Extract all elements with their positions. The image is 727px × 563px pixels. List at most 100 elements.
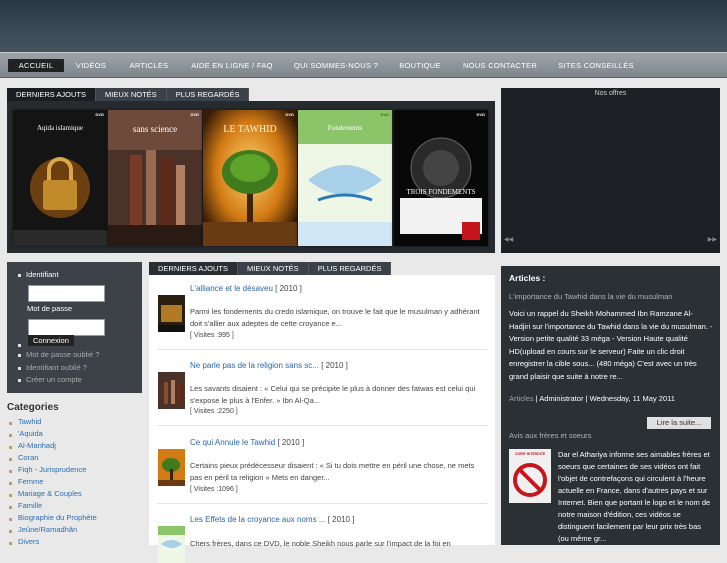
item-year: [ 2010 ] [275,284,302,293]
offers-next-icon[interactable]: ▶▶ [708,236,717,243]
dvd-title: Aqida islamique [36,124,84,132]
forgot-password-link[interactable]: Mot de passe oublié ? [26,350,99,359]
password-input[interactable] [28,319,105,336]
forgot-username-row: Identifiant oublié ? [18,363,87,372]
tab-mieux-notes[interactable]: MIEUX NOTÉS [238,262,309,275]
item-visits: [ Visites :1096 ] [190,486,238,493]
tab-plus-regardes[interactable]: PLUS REGARDÉS [308,262,392,275]
bullet-icon [9,506,12,509]
bullet-icon [18,378,21,382]
item-year: [ 2010 ] [321,361,348,370]
nav-aide-faq[interactable]: AIDE EN LIGNE / FAQ [186,59,278,72]
nav-sites-conseilles[interactable]: SITES CONSEILLÉS [554,59,638,72]
tab-derniers-ajouts[interactable]: DERNIERS AJOUTS [149,262,239,275]
bullet-icon [9,470,12,473]
article-author-date: | Administrator | Wednesday, 11 May 2011 [533,394,675,403]
no-entry-icon [513,463,547,497]
item-thumbnail[interactable] [158,372,185,409]
divider [157,349,487,350]
article-category-link[interactable]: Articles [509,394,534,403]
category-femme[interactable]: Femme [18,477,43,486]
nav-contact[interactable]: NOUS CONTACTER [458,59,542,72]
article-body: Voici un rappel du Sheikh Mohammed Ibn R… [509,309,713,381]
item-description: Parmi les fondements du credo islamique,… [190,307,480,328]
item-title-link[interactable]: Ne parle pas de la religion sans sc... [190,361,319,370]
category-coran[interactable]: Coran [18,453,38,462]
login-button[interactable]: Connexion [28,335,74,346]
item-year: [ 2010 ] [327,515,355,524]
item-title[interactable]: L'alliance et le désaveu [ 2010 ] [190,284,302,293]
item-thumbnail[interactable] [158,295,185,332]
bullet-icon [18,273,21,277]
category-mariage[interactable]: Mariage & Couples [18,489,82,498]
bullet-icon [18,343,21,347]
forgot-password-row: Mot de passe oublié ? [18,350,99,359]
item-title-link[interactable]: Les Effets de la croyance aux noms ... [190,515,325,524]
password-label: Mot de passe [27,304,73,313]
dvd-title: LE TAWHID [223,124,277,135]
nav-boutique[interactable]: BOUTIQUE [394,59,446,72]
tab-derniers-ajouts[interactable]: DERNIERS AJOUTS [7,88,97,101]
category-aquida[interactable]: 'Aquida [18,429,43,438]
item-title[interactable]: Ne parle pas de la religion sans sc... [… [190,361,348,370]
item-title[interactable]: Les Effets de la croyance aux noms ... [… [190,515,354,524]
dvd-cover-4[interactable]: DVD Fondements [298,110,392,246]
dvd-title: TROIS FONDEMENTS [406,188,476,196]
dvd-brand: DVD [476,112,485,117]
category-jeune[interactable]: Jeûne/Ramadhân [18,525,77,534]
dvd-cover-2[interactable]: DVD sans science [108,110,202,246]
username-label: Identifiant [26,270,59,279]
login-box: Identifiant Mot de passe Connexion Mot d… [7,262,142,393]
article-second-body: Dar el Athariya informe ses aimables frè… [558,450,711,543]
nav-articles[interactable]: ARTICLES [124,59,174,72]
item-thumbnail[interactable] [158,449,185,486]
divider [157,425,487,426]
item-title-link[interactable]: Ce qui Annule le Tawhid [190,438,275,447]
copy-forbidden-image: COPIE INTERDITE [509,449,551,503]
dvd-title: sans science [132,124,178,134]
item-title[interactable]: Ce qui Annule le Tawhid [ 2010 ] [190,438,304,447]
tab-mieux-notes[interactable]: MIEUX NOTÉS [96,88,167,101]
forgot-username-link[interactable]: Identifiant oublié ? [26,363,87,372]
article-second-headline[interactable]: Avis aux frères et soeurs [509,431,591,440]
item-visits: [ Visites :995 ] [190,332,234,339]
article-headline[interactable]: L'importance du Tawhid dans la vie du mu… [509,292,672,301]
dvd-brand: DVD [285,112,294,117]
dvd-cover-5[interactable]: DVD TROIS FONDEMENTS [394,110,488,246]
category-fiqh[interactable]: Fiqh - Jurisprudence [18,465,86,474]
item-description: Les savants disaient : « Celui qui se pr… [190,384,476,405]
featured-tabs: DERNIERS AJOUTS MIEUX NOTÉS PLUS REGARDÉ… [7,88,250,101]
dvd-brand: DVD [190,112,199,117]
nav-videos[interactable]: VIDÉOS [70,59,112,72]
dvd-cover-3[interactable]: DVD LE TAWHID [203,110,297,246]
nav-accueil[interactable]: ACCUEIL [8,59,64,72]
tab-plus-regardes[interactable]: PLUS REGARDÉS [166,88,250,101]
divider [157,503,487,504]
username-input[interactable] [28,285,105,302]
register-row: Créer un compte [18,375,82,384]
latest-tabs: DERNIERS AJOUTS MIEUX NOTÉS PLUS REGARDÉ… [149,262,392,275]
read-more-button[interactable]: Lire la suite... [647,417,711,429]
category-famille[interactable]: Famille [18,501,42,510]
submit-row [18,340,26,349]
site-header [0,0,727,52]
category-tawhid[interactable]: Tawhid [18,417,41,426]
item-description: Chers frères, dans ce DVD, le noble Shei… [190,539,451,548]
articles-title: Articles : [509,273,546,283]
dvd-brand: DVD [95,112,104,117]
copy-forbidden-stamp: COPIE INTERDITE [514,452,546,456]
bullet-icon [9,482,12,485]
bullet-icon [9,446,12,449]
category-biographie[interactable]: Biographie du Prophète [18,513,97,522]
bullet-icon [9,422,12,425]
nav-qui-sommes-nous[interactable]: QUI SOMMES-NOUS ? [290,59,382,72]
offers-prev-icon[interactable]: ◀◀ [504,236,513,243]
item-description: Certains pieux prédécesseur disaient : «… [190,461,475,482]
category-al-manhadj[interactable]: Al-Manhadj [18,441,56,450]
register-link[interactable]: Créer un compte [26,375,82,384]
item-visits: [ Visites :2250 ] [190,408,238,415]
dvd-cover-1[interactable]: DVD Aqida islamique [13,110,107,246]
bullet-icon [9,530,12,533]
item-title-link[interactable]: L'alliance et le désaveu [190,284,273,293]
dvd-cover-art [394,110,488,246]
